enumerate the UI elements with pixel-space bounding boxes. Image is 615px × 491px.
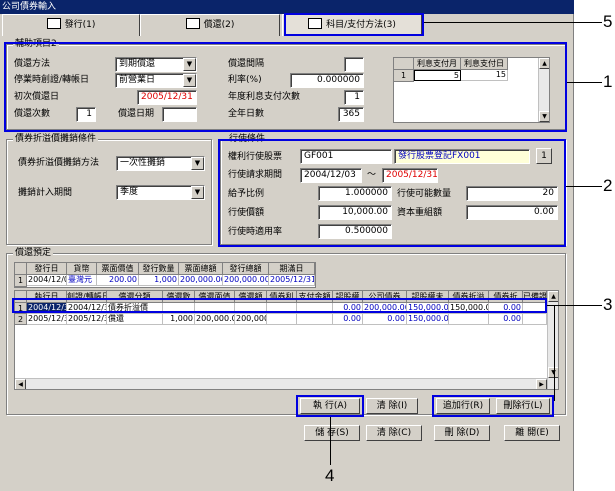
grid-cell[interactable]: 償還: [107, 314, 163, 325]
grid-cell: 1,000: [139, 275, 179, 286]
highlight-box-rows: [432, 395, 554, 417]
amortize-method-select[interactable]: 一次性攤銷 ▼: [116, 156, 205, 171]
ledger-icon: [185, 18, 200, 29]
callout-line: [547, 305, 602, 306]
highlight-box-execute: [296, 395, 364, 417]
tab-issue-label: 發行(1): [64, 20, 96, 30]
callout-line: [567, 82, 602, 83]
grid-header: 貨幣: [67, 263, 97, 275]
grid-cell[interactable]: 200,000.00: [195, 314, 235, 325]
callout-1: 1: [603, 72, 613, 91]
grid-cell: 200,000.00: [179, 275, 223, 286]
grid-cell[interactable]: 1,000: [163, 314, 195, 325]
grid-cell: 2004/12/03: [27, 275, 67, 286]
callout-2: 2: [603, 176, 613, 195]
callout-line: [424, 22, 602, 23]
grid-cell[interactable]: 150,000.00: [407, 314, 449, 325]
highlight-box-exercise: [218, 139, 566, 247]
callout-line: [554, 305, 555, 401]
grid-cell[interactable]: [449, 314, 489, 325]
delete-button[interactable]: 刪 除(D): [434, 425, 490, 441]
tab-issue[interactable]: 發行(1): [2, 14, 140, 36]
horizontal-scrollbar[interactable]: ◀ ▶: [15, 378, 547, 389]
callout-3: 3: [603, 295, 613, 314]
grid-cell: 臺灣元: [67, 275, 97, 286]
callout-4: 4: [325, 466, 335, 485]
grid-cell: 200.00: [97, 275, 139, 286]
amortize-period-label: 攤銷計入期間: [18, 188, 73, 198]
grid-cell[interactable]: [523, 314, 547, 325]
grid-header: 發行總額: [223, 263, 269, 275]
clear-button[interactable]: 清 除(C): [366, 425, 422, 441]
grid-header: 發行日: [27, 263, 67, 275]
issue-summary-grid: 發行日 貨幣 票面價值 發行數量 票面總額 發行總額 期滿日 1 2004/12…: [14, 262, 316, 288]
grid-cell[interactable]: 200,000.00: [235, 314, 267, 325]
scroll-up-icon[interactable]: ▲: [548, 291, 558, 302]
grid-header: 期滿日: [269, 263, 315, 275]
save-button[interactable]: 儲 存(S): [304, 425, 360, 441]
repay-plan-title: 償還預定: [13, 248, 54, 259]
grid-header: 票面價值: [97, 263, 139, 275]
grid-corner: [15, 263, 27, 275]
amortize-period-select[interactable]: 季度 ▼: [116, 185, 205, 200]
highlight-box-aux: [4, 42, 567, 132]
grid-cell[interactable]: 2005/12/31: [27, 314, 67, 325]
amortize-method-value: 一次性攤銷: [120, 158, 166, 168]
grid-cell[interactable]: [267, 314, 297, 325]
scroll-right-icon[interactable]: ▶: [536, 379, 547, 389]
highlight-box-row: [12, 298, 547, 313]
row-index: 2: [15, 314, 27, 325]
chevron-down-icon[interactable]: ▼: [191, 157, 204, 170]
grid-header: 發行數量: [139, 263, 179, 275]
grid-cell: 2005/12/31: [269, 275, 315, 286]
grid-header: 票面總額: [179, 263, 223, 275]
amortize-method-label: 債券折溢價攤銷方法: [18, 158, 100, 168]
grid-cell[interactable]: 0.00: [333, 314, 363, 325]
grid-cell: 200,000.00: [223, 275, 269, 286]
callout-line: [566, 186, 602, 187]
tab-repay[interactable]: 償還(2): [140, 14, 280, 36]
window-title: 公司債券輸入: [0, 0, 574, 14]
scroll-left-icon[interactable]: ◀: [15, 379, 26, 389]
book-icon: [46, 18, 61, 29]
callout-line: [330, 417, 331, 465]
close-button[interactable]: 離 開(E): [504, 425, 560, 441]
clear-grid-button[interactable]: 清 除(I): [366, 398, 418, 414]
grid-cell[interactable]: [297, 314, 333, 325]
row-index: 1: [15, 275, 27, 287]
discount-group-title: 債券折溢價攤銷條件: [13, 134, 99, 145]
callout-5: 5: [603, 12, 613, 31]
grid-cell[interactable]: 0.00: [363, 314, 407, 325]
amortize-period-value: 季度: [120, 187, 139, 197]
grid-cell[interactable]: 2005/12/30: [67, 314, 107, 325]
chevron-down-icon[interactable]: ▼: [191, 186, 204, 199]
highlight-box-tab: [284, 13, 424, 36]
tab-repay-label: 償還(2): [203, 20, 235, 30]
grid-cell[interactable]: 0.00: [489, 314, 523, 325]
